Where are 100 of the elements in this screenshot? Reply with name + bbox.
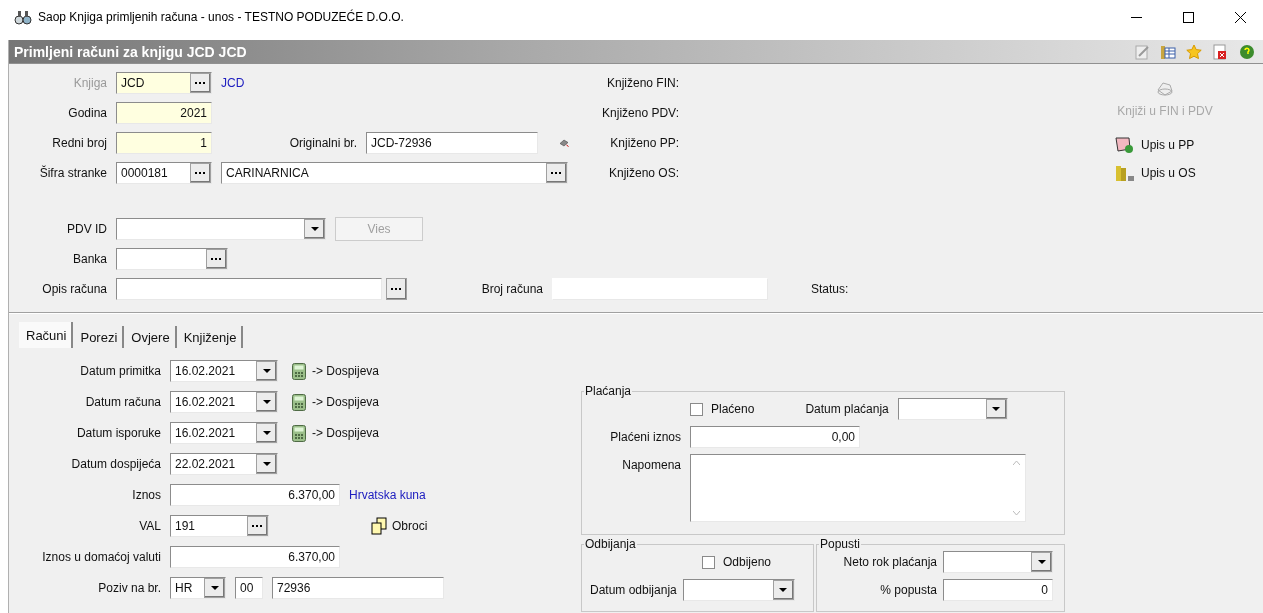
date-field[interactable]: 16.02.2021: [171, 423, 256, 443]
caret-icon: [310, 227, 319, 231]
input-field[interactable]: 72936: [273, 578, 443, 598]
input-field[interactable]: 0: [944, 580, 1052, 600]
lookup-field[interactable]: CARINARNICA: [221, 162, 568, 184]
tab[interactable]: Računi: [19, 322, 74, 348]
rejected-checkbox-label[interactable]: Odbijeno: [702, 555, 772, 569]
field-label: Iznos: [131, 488, 161, 502]
paid-checkbox-label[interactable]: Plaćeno: [690, 402, 755, 416]
dropdown-field[interactable]: HR: [170, 577, 226, 599]
field-label: Šifra stranke: [38, 166, 107, 180]
date-field[interactable]: 16.02.2021: [171, 361, 256, 381]
input-field[interactable]: 0,00: [691, 427, 859, 447]
dropdown-field[interactable]: [116, 218, 326, 240]
caret-icon: [262, 431, 271, 435]
dropdown-field[interactable]: 16.02.2021: [170, 360, 278, 382]
tab[interactable]: Knjiženje: [176, 326, 244, 348]
field-label: VAL: [138, 519, 161, 533]
caret-icon: [262, 369, 271, 373]
dropdown-field[interactable]: 22.02.2021: [170, 453, 278, 475]
tab[interactable]: Porezi: [73, 326, 125, 348]
dropdown-button[interactable]: [304, 219, 325, 239]
calculator-icon[interactable]: [292, 393, 306, 411]
caret-icon: [262, 400, 271, 404]
field-label: Originalni br.: [288, 136, 357, 150]
action-button[interactable]: Upis u OS: [1115, 164, 1196, 182]
due-date-link[interactable]: -> Dospijeva: [312, 395, 380, 409]
input-field[interactable]: JCD-72936: [367, 133, 537, 153]
input-field[interactable]: 00: [236, 578, 262, 598]
help-icon: [1238, 43, 1254, 60]
group-title: Popusti: [819, 537, 862, 551]
note-field[interactable]: [690, 454, 1026, 522]
field-label: Knjiga: [72, 76, 107, 90]
input-field[interactable]: 1: [117, 133, 211, 153]
group-title: Plaćanja: [584, 384, 633, 398]
lookup-button[interactable]: [206, 249, 227, 269]
due-date-link[interactable]: -> Dospijeva: [312, 426, 380, 440]
dropdown-field[interactable]: 16.02.2021: [170, 391, 278, 413]
dropdown-field[interactable]: [682, 579, 795, 601]
installments-link[interactable]: Obroci: [392, 519, 428, 533]
caret-icon: [779, 588, 788, 592]
checkbox[interactable]: [702, 555, 715, 569]
status-label: Knjiženo PP:: [609, 136, 679, 150]
caret-icon: [262, 462, 271, 466]
close-icon: [1234, 11, 1246, 23]
status-label: Knjiženo FIN:: [605, 76, 679, 90]
field-label: Datum isporuke: [75, 426, 161, 440]
lookup-button[interactable]: [190, 163, 211, 183]
dropdown-button[interactable]: [256, 423, 277, 443]
field-label: Godina: [67, 106, 107, 120]
dropdown-button[interactable]: [1031, 552, 1052, 572]
input-field[interactable]: HR: [171, 578, 204, 598]
dropdown-button[interactable]: [985, 399, 1007, 419]
tab[interactable]: Ovjere: [124, 326, 177, 348]
checkbox[interactable]: [690, 402, 703, 416]
ellipsis-icon: [195, 171, 206, 175]
field-label: Poziv na br.: [97, 581, 161, 595]
lookup-field[interactable]: 191: [170, 515, 269, 537]
dropdown-button[interactable]: [204, 578, 225, 598]
stamp-icon: [1155, 80, 1175, 98]
maximize-icon: [1182, 11, 1194, 23]
calculator-icon[interactable]: [292, 362, 306, 380]
currency-link[interactable]: Hrvatska kuna: [349, 488, 426, 502]
dropdown-button[interactable]: [256, 392, 277, 412]
dropdown-field[interactable]: 16.02.2021: [170, 422, 278, 444]
input-field[interactable]: 6.370,00: [171, 547, 339, 567]
copy-icon: [370, 517, 388, 535]
caret-icon: [1037, 560, 1046, 564]
dropdown-field[interactable]: [943, 551, 1053, 573]
field-label: Datum računa: [84, 395, 161, 409]
field-label: Redni broj: [51, 136, 107, 150]
lookup-button[interactable]: [247, 516, 268, 536]
field-label: Plaćeni iznos: [609, 430, 681, 444]
lookup-field[interactable]: [116, 248, 228, 270]
status-label: Status:: [811, 282, 849, 296]
document-close-icon: [1212, 43, 1228, 60]
lookup-button[interactable]: [386, 278, 407, 300]
dropdown-field[interactable]: [897, 398, 1008, 420]
lookup-button[interactable]: [546, 163, 567, 183]
input-field[interactable]: 6.370,00: [171, 485, 339, 505]
dropdown-button[interactable]: [256, 361, 277, 381]
calculator-icon[interactable]: [292, 424, 306, 442]
pencil-icon: [1134, 43, 1150, 60]
field-label: Datum primitka: [79, 364, 161, 378]
action-button[interactable]: Upis u PP: [1115, 136, 1195, 154]
dropdown-button[interactable]: [772, 580, 794, 600]
input-field[interactable]: 2021: [117, 103, 211, 123]
lookup-field[interactable]: 0000181: [116, 162, 212, 184]
field-label: Banka: [71, 252, 107, 266]
date-field[interactable]: 22.02.2021: [171, 454, 256, 474]
minimize-icon: [1130, 16, 1142, 18]
dropdown-button[interactable]: [256, 454, 277, 474]
ellipsis-icon: [551, 171, 562, 175]
due-date-link[interactable]: -> Dospijeva: [312, 364, 380, 378]
input-field[interactable]: CARINARNICA: [222, 163, 546, 183]
date-field[interactable]: 16.02.2021: [171, 392, 256, 412]
ellipsis-icon: [195, 81, 206, 85]
input-field[interactable]: 0000181: [117, 163, 190, 183]
star-icon: [1186, 43, 1202, 60]
input-field[interactable]: 191: [171, 516, 247, 536]
